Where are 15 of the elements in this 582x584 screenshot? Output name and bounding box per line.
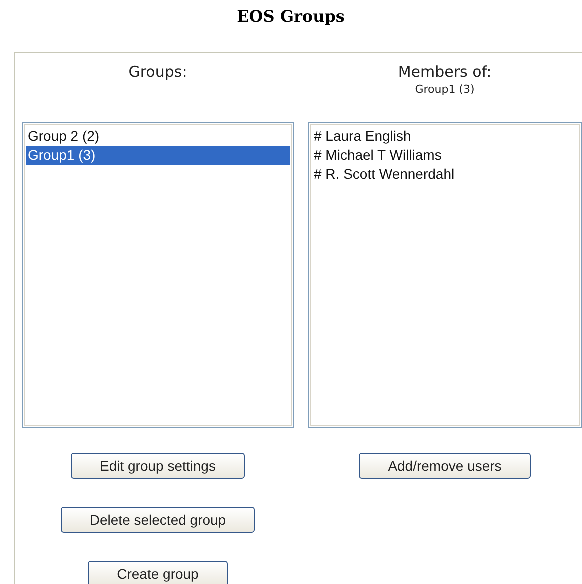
action-button[interactable]: Edit group settings — [71, 453, 245, 479]
list-item[interactable]: Group1 (3) — [26, 146, 290, 165]
column-heading: Members of: — [398, 63, 492, 81]
group-name: Group1 (3) — [415, 83, 475, 96]
groups-listbox[interactable]: Group 2 (2) Group1 (3) — [22, 122, 294, 428]
page-title: EOS Groups — [237, 6, 345, 28]
members-listbox[interactable]: # Laura English # Michael T Williams # R. Scott Wennerdahl — [308, 122, 582, 428]
list-item[interactable]: # Laura English — [312, 127, 412, 146]
list-item[interactable]: # R. Scott Wennerdahl — [312, 165, 455, 184]
action-button[interactable]: Delete selected group — [60, 507, 256, 533]
list-item[interactable]: Group 2 (2) — [26, 127, 100, 146]
action-button[interactable]: Create group — [88, 561, 228, 584]
column-heading: Groups: — [128, 63, 188, 81]
list-item[interactable]: # Michael T Williams — [312, 146, 442, 165]
action-button[interactable]: Add/remove users — [359, 453, 531, 479]
